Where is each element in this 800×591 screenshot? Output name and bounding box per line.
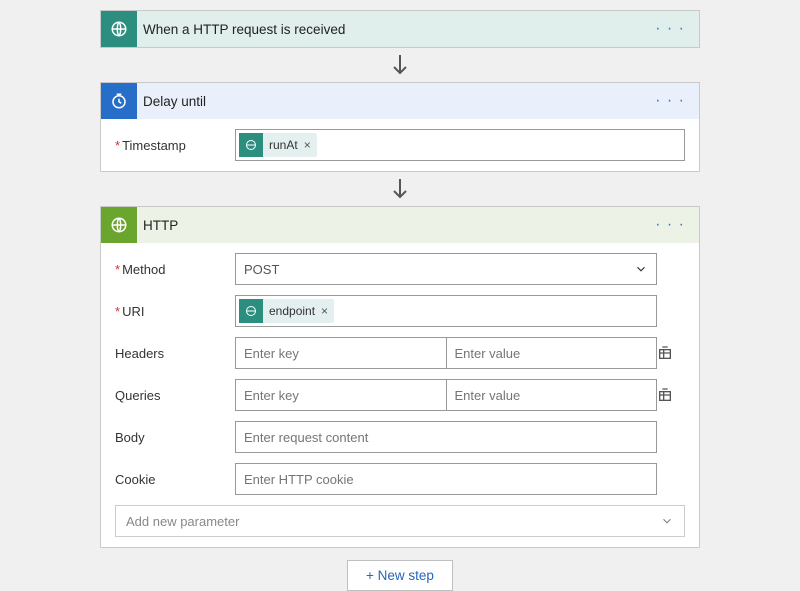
queries-switch-mode-button[interactable] <box>657 387 685 403</box>
token-remove-button[interactable]: × <box>319 304 334 318</box>
uri-label: URI <box>115 304 235 319</box>
method-label: Method <box>115 262 235 277</box>
http-header[interactable]: HTTP · · · <box>101 207 699 243</box>
delay-card: Delay until · · · Timestamp runAt × <box>100 82 700 172</box>
token-label: runAt <box>263 138 302 152</box>
http-icon <box>101 207 137 243</box>
token-dynamic-icon <box>239 299 263 323</box>
add-parameter-select[interactable]: Add new parameter <box>115 505 685 537</box>
new-step-button[interactable]: + New step <box>347 560 453 591</box>
uri-input[interactable]: endpoint × <box>235 295 657 327</box>
headers-key-input[interactable] <box>235 337 447 369</box>
timestamp-label: Timestamp <box>115 138 235 153</box>
connector-arrow <box>100 48 700 82</box>
request-icon <box>101 11 137 47</box>
method-select[interactable]: POST <box>235 253 657 285</box>
http-card: HTTP · · · Method POST URI <box>100 206 700 548</box>
chevron-down-icon <box>660 514 674 528</box>
headers-switch-mode-button[interactable] <box>657 345 685 361</box>
cookie-label: Cookie <box>115 472 235 487</box>
trigger-card: When a HTTP request is received · · · <box>100 10 700 48</box>
method-value: POST <box>244 262 279 277</box>
cookie-input[interactable] <box>235 463 657 495</box>
headers-label: Headers <box>115 346 235 361</box>
http-title: HTTP <box>137 218 649 233</box>
timestamp-input[interactable]: runAt × <box>235 129 685 161</box>
queries-label: Queries <box>115 388 235 403</box>
body-input[interactable] <box>235 421 657 453</box>
delay-title: Delay until <box>137 94 649 109</box>
trigger-title: When a HTTP request is received <box>137 22 649 37</box>
http-menu-button[interactable]: · · · <box>649 216 691 234</box>
token-dynamic-icon <box>239 133 263 157</box>
clock-icon <box>101 83 137 119</box>
delay-menu-button[interactable]: · · · <box>649 92 691 110</box>
delay-header[interactable]: Delay until · · · <box>101 83 699 119</box>
queries-key-input[interactable] <box>235 379 447 411</box>
body-label: Body <box>115 430 235 445</box>
runat-token[interactable]: runAt × <box>239 133 317 157</box>
headers-value-input[interactable] <box>447 337 658 369</box>
token-label: endpoint <box>263 304 319 318</box>
queries-value-input[interactable] <box>447 379 658 411</box>
add-parameter-label: Add new parameter <box>126 514 239 529</box>
connector-arrow <box>100 172 700 206</box>
endpoint-token[interactable]: endpoint × <box>239 299 334 323</box>
token-remove-button[interactable]: × <box>302 138 317 152</box>
trigger-menu-button[interactable]: · · · <box>649 20 691 38</box>
trigger-header[interactable]: When a HTTP request is received · · · <box>101 11 699 47</box>
chevron-down-icon <box>634 262 648 276</box>
